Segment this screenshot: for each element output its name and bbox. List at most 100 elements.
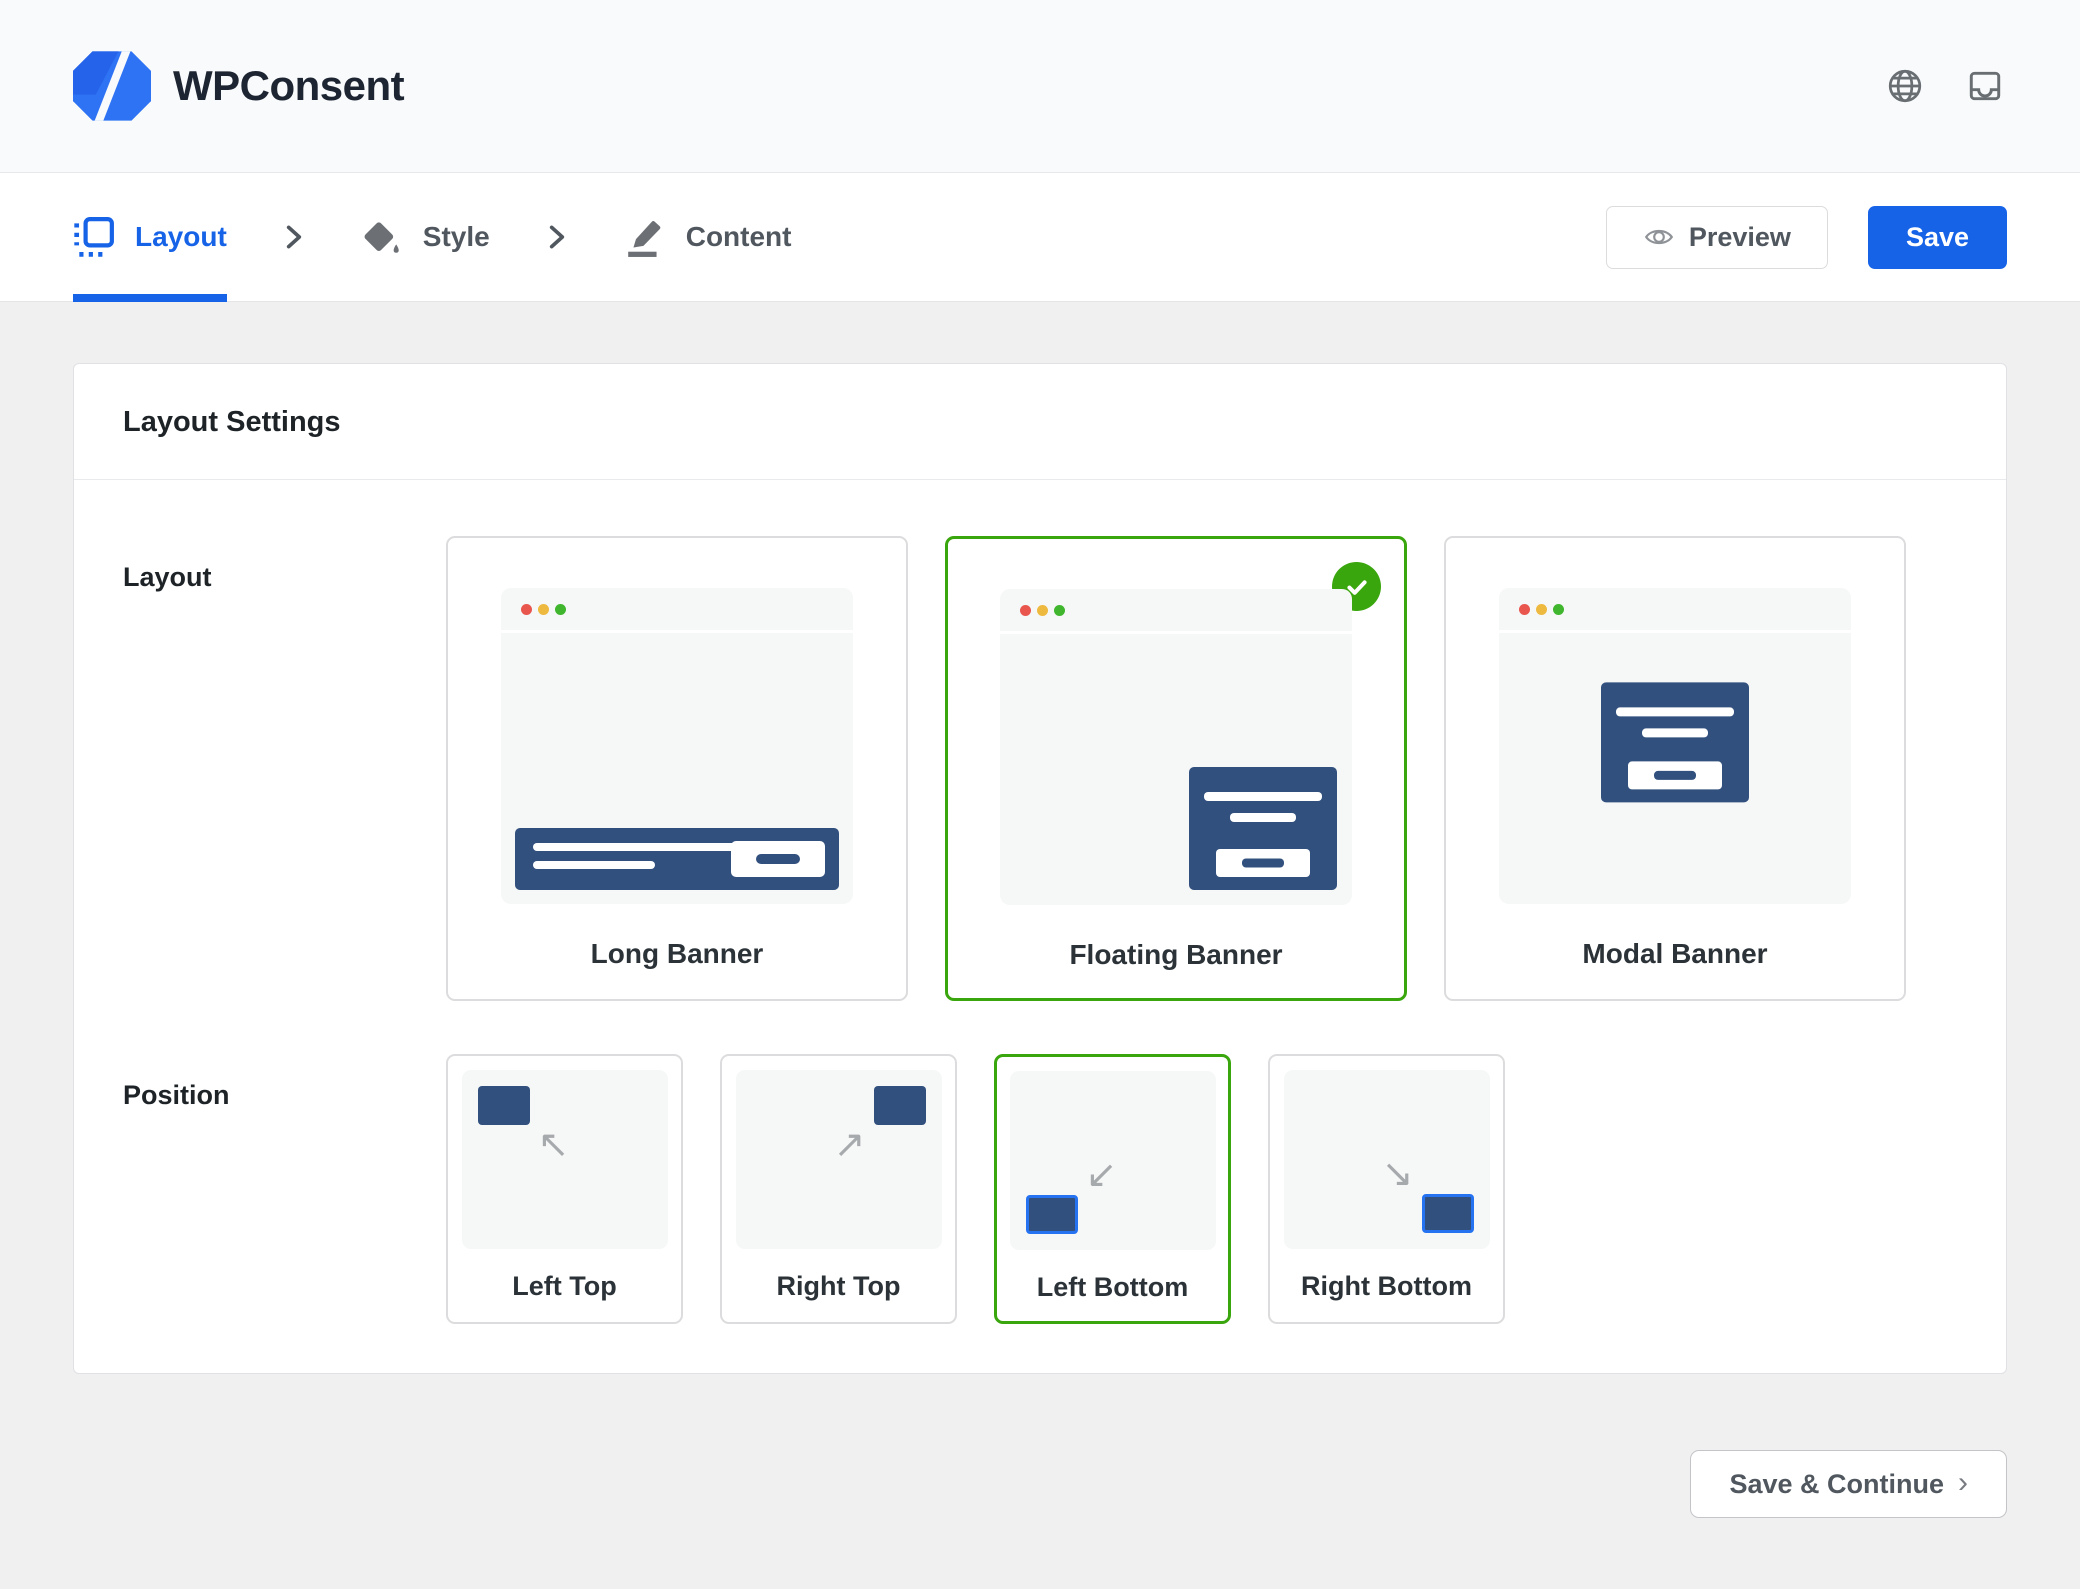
inbox-icon[interactable] (1966, 67, 2004, 105)
brand-logo: WPConsent (73, 51, 404, 121)
arrow-down-right-icon: ↘ (1382, 1155, 1414, 1193)
layout-option-label: Modal Banner (1582, 938, 1767, 970)
banner-text-line (1616, 707, 1734, 716)
arrow-up-right-icon: ↗ (834, 1126, 866, 1164)
banner-button-shape (731, 841, 825, 877)
wpconsent-app: WPConsent Layout (0, 0, 2080, 1589)
banner-text-line (1204, 792, 1322, 801)
paint-bucket-icon (361, 216, 403, 258)
layout-option-label: Floating Banner (1069, 939, 1282, 971)
banner-position-rect (1026, 1195, 1078, 1234)
banner-button-shape (1216, 849, 1310, 877)
brand-name-rest: Consent (240, 62, 405, 109)
layout-option-floating-banner[interactable]: Floating Banner (945, 536, 1407, 1001)
mockup-titlebar (501, 588, 853, 630)
window-dot-yellow (1037, 605, 1048, 616)
banner-button-pill (1242, 859, 1284, 868)
layout-option-modal-banner[interactable]: Modal Banner (1444, 536, 1906, 1001)
position-option-label: Right Bottom (1301, 1271, 1472, 1302)
step-separator (546, 221, 568, 253)
pencil-icon (624, 216, 666, 258)
layout-row: Layout (123, 536, 1957, 1001)
save-and-continue-button[interactable]: Save & Continue › (1690, 1450, 2007, 1518)
preview-button[interactable]: Preview (1606, 206, 1828, 269)
position-option-right-bottom[interactable]: ↘ Right Bottom (1268, 1054, 1505, 1324)
preview-button-label: Preview (1689, 222, 1791, 253)
layout-row-label: Layout (123, 536, 446, 1001)
window-dot-red (521, 604, 532, 615)
window-dot-yellow (1536, 604, 1547, 615)
window-dot-green (1054, 605, 1065, 616)
tab-style-label: Style (423, 221, 490, 253)
window-dot-green (555, 604, 566, 615)
active-tab-underline (73, 294, 227, 302)
position-option-label: Right Top (777, 1271, 901, 1302)
banner-button-pill (1654, 771, 1696, 780)
mockup-divider (1499, 630, 1851, 633)
position-row-label: Position (123, 1054, 446, 1324)
banner-position-rect (1422, 1194, 1474, 1233)
arrow-down-left-icon: ↙ (1086, 1156, 1118, 1194)
top-header: WPConsent (0, 0, 2080, 173)
tab-layout-label: Layout (135, 221, 227, 253)
browser-mockup (501, 588, 853, 904)
position-preview: ↘ (1284, 1070, 1490, 1249)
position-option-left-top[interactable]: ↖ Left Top (446, 1054, 683, 1324)
position-preview: ↖ (462, 1070, 668, 1249)
chevron-right-icon (546, 221, 568, 253)
modal-banner-preview (1601, 682, 1749, 802)
main-content: Layout Settings Layout (0, 302, 2080, 1518)
save-and-continue-label: Save & Continue (1729, 1469, 1944, 1500)
position-option-label: Left Bottom (1037, 1272, 1188, 1303)
banner-button-pill (756, 854, 800, 864)
layout-option-label: Long Banner (591, 938, 764, 970)
banner-text-line (1642, 728, 1708, 737)
layout-option-long-banner[interactable]: Long Banner (446, 536, 908, 1001)
tab-content[interactable]: Content (624, 173, 792, 301)
position-preview: ↙ (1010, 1071, 1216, 1250)
eye-icon (1643, 221, 1675, 253)
floating-banner-preview (1189, 767, 1337, 890)
position-preview: ↗ (736, 1070, 942, 1249)
panel-title: Layout Settings (74, 364, 2006, 480)
window-dot-red (1519, 604, 1530, 615)
banner-text-line (1230, 813, 1296, 822)
layout-options: Long Banner (446, 536, 1957, 1001)
tab-content-label: Content (686, 221, 792, 253)
chevron-right-icon (283, 221, 305, 253)
position-row: Position ↖ Left Top ↗ (123, 1054, 1957, 1324)
save-button[interactable]: Save (1868, 206, 2007, 269)
banner-text-line (533, 843, 738, 851)
chevron-right-icon: › (1958, 1466, 1968, 1500)
browser-mockup (1499, 588, 1851, 904)
mockup-titlebar (1000, 589, 1352, 631)
position-option-left-bottom[interactable]: ↙ Left Bottom (994, 1054, 1231, 1324)
brand-name-bold: WP (173, 62, 240, 109)
mockup-divider (501, 630, 853, 633)
layout-icon (73, 216, 115, 258)
window-dot-red (1020, 605, 1031, 616)
globe-icon[interactable] (1886, 67, 1924, 105)
save-button-label: Save (1906, 222, 1969, 253)
mockup-divider (1000, 631, 1352, 634)
step-separator (283, 221, 305, 253)
window-dot-yellow (538, 604, 549, 615)
banner-button-shape (1628, 761, 1722, 789)
wpconsent-logo-icon (73, 51, 151, 121)
brand-name: WPConsent (173, 62, 404, 110)
banner-position-rect (478, 1086, 530, 1125)
window-dot-green (1553, 604, 1564, 615)
mockup-titlebar (1499, 588, 1851, 630)
browser-mockup (1000, 589, 1352, 905)
long-banner-preview (515, 828, 839, 890)
tab-style[interactable]: Style (361, 173, 490, 301)
position-options: ↖ Left Top ↗ Right Top (446, 1054, 1957, 1324)
arrow-up-left-icon: ↖ (538, 1126, 570, 1164)
tab-layout[interactable]: Layout (73, 173, 227, 301)
position-option-label: Left Top (512, 1271, 616, 1302)
position-option-right-top[interactable]: ↗ Right Top (720, 1054, 957, 1324)
layout-settings-panel: Layout Settings Layout (73, 363, 2007, 1374)
banner-position-rect (874, 1086, 926, 1125)
banner-text-line (533, 861, 655, 869)
step-nav: Layout Style (0, 173, 2080, 302)
